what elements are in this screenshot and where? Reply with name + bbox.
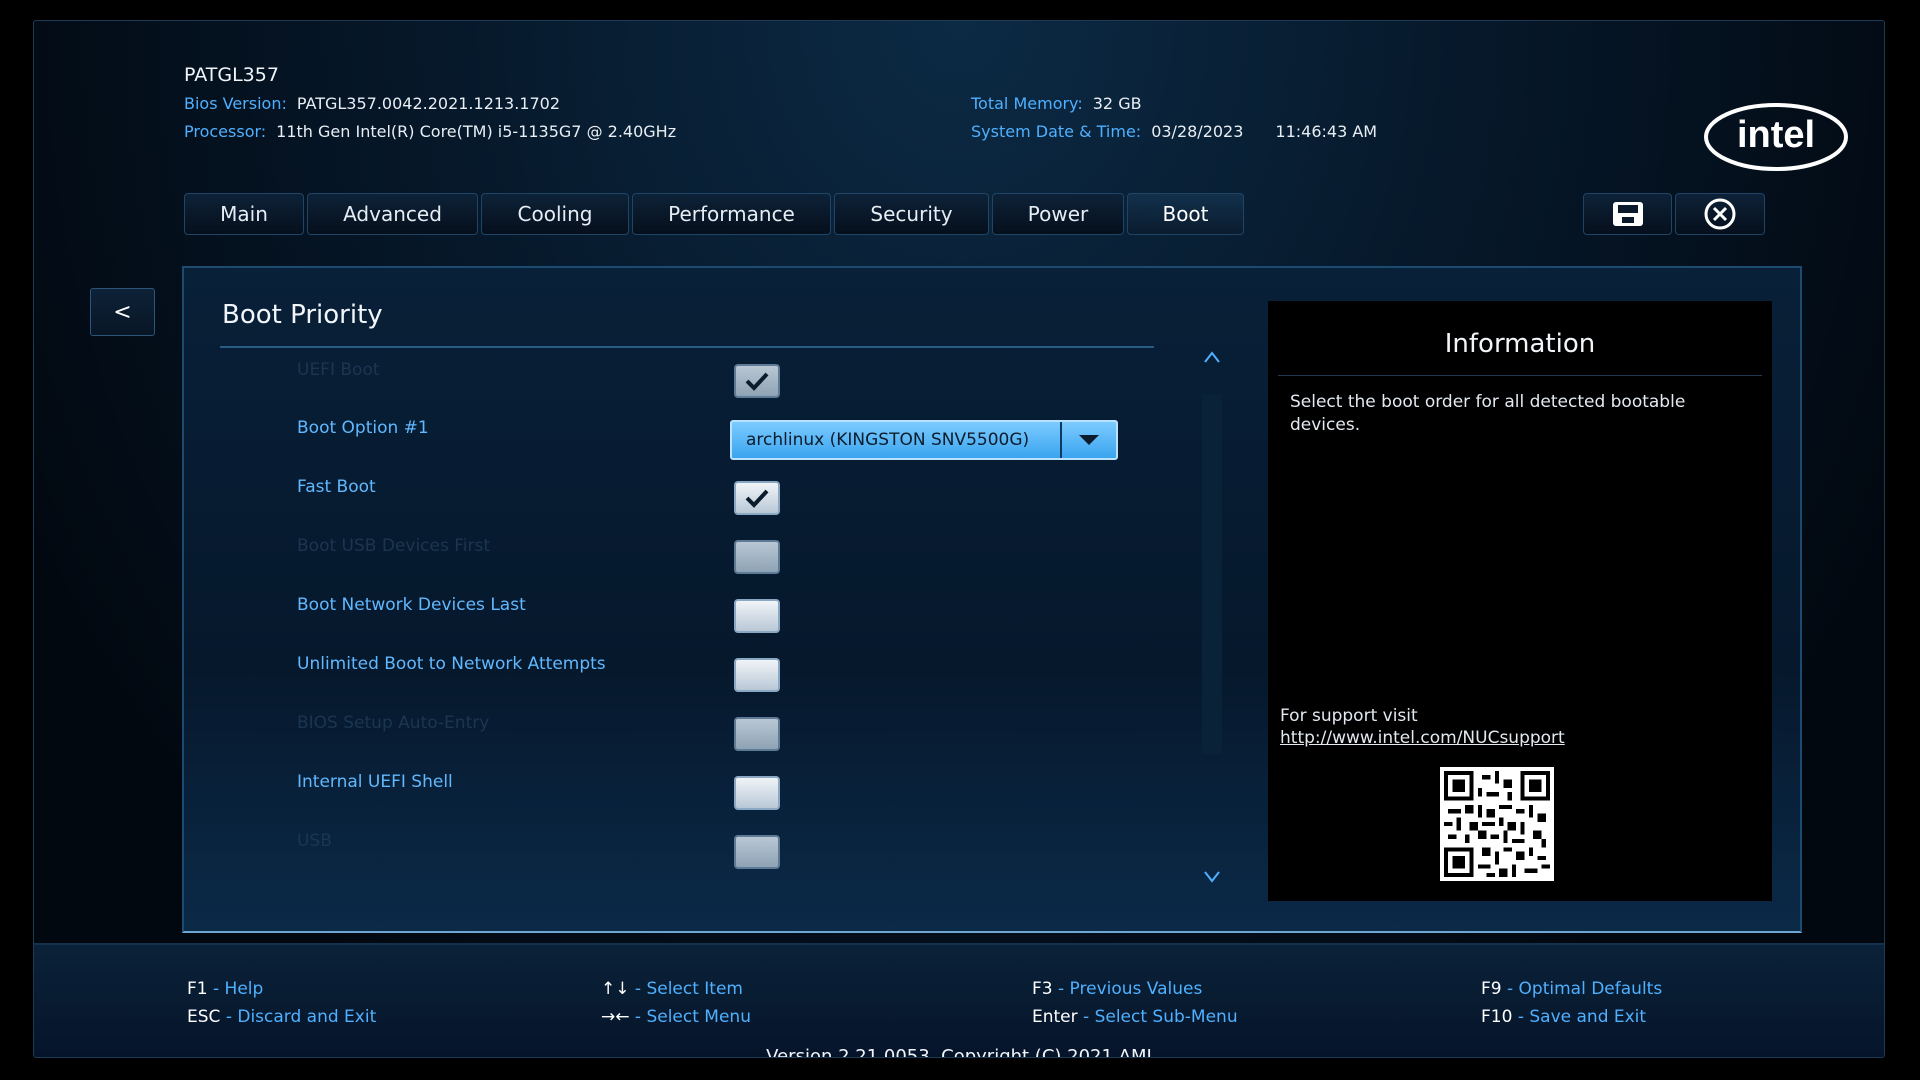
memory-value: 32 GB <box>1092 94 1142 113</box>
bios-version-row: Bios Version: PATGL357.0042.2021.1213.170… <box>184 94 560 113</box>
usb-label: USB <box>297 831 332 851</box>
boot-option-1-value: archlinux (KINGSTON SNV5500G) <box>746 430 1030 450</box>
datetime-row: System Date & Time: 03/28/2023 11:46:43 AM <box>971 122 1377 141</box>
hint-esc-desc: - Discard and Exit <box>225 1007 377 1027</box>
hint-f1: F1 - Help <box>187 979 263 999</box>
hint-enter-desc: - Select Sub-Menu <box>1083 1007 1238 1027</box>
chevron-down-icon <box>1079 435 1099 445</box>
boot-option-1-label: Boot Option #1 <box>297 418 429 438</box>
time-value[interactable]: 11:46:43 AM <box>1275 122 1377 141</box>
processor-label: Processor: <box>184 122 267 141</box>
tab-boot[interactable]: Boot <box>1127 193 1244 235</box>
version-text: Version 2.21.0053. Copyright (C) 2021 AM… <box>766 1046 1152 1058</box>
network-last-checkbox[interactable] <box>734 599 780 633</box>
uefi-boot-label: UEFI Boot <box>297 360 380 380</box>
intel-logo-text: intel <box>1737 114 1815 156</box>
scroll-down-button[interactable] <box>1200 868 1224 888</box>
tab-performance[interactable]: Performance <box>632 193 831 235</box>
key-left-right: →← <box>601 1007 630 1027</box>
hint-f9: F9 - Optimal Defaults <box>1481 979 1662 999</box>
chevron-down-icon <box>1204 871 1220 883</box>
bios-auto-entry-label: BIOS Setup Auto-Entry <box>297 713 490 733</box>
key-f9: F9 <box>1481 979 1502 999</box>
bios-version-label: Bios Version: <box>184 94 287 113</box>
unlimited-network-label: Unlimited Boot to Network Attempts <box>297 654 606 674</box>
processor-value: 11th Gen Intel(R) Core(TM) i5-1135G7 @ 2… <box>276 122 677 141</box>
unlimited-network-checkbox[interactable] <box>734 658 780 692</box>
key-esc: ESC <box>187 1007 221 1027</box>
back-button[interactable]: < <box>90 288 155 336</box>
hint-enter: Enter - Select Sub-Menu <box>1032 1007 1238 1027</box>
save-button[interactable] <box>1583 193 1672 235</box>
tab-power[interactable]: Power <box>992 193 1124 235</box>
chevron-up-icon <box>1204 351 1220 363</box>
tab-main[interactable]: Main <box>184 193 304 235</box>
bios-version-value: PATGL357.0042.2021.1213.1702 <box>296 94 561 113</box>
information-divider <box>1278 375 1762 376</box>
bios-auto-entry-checkbox <box>734 717 780 751</box>
fast-boot-label: Fast Boot <box>297 477 376 497</box>
memory-label: Total Memory: <box>971 94 1083 113</box>
support-link[interactable]: http://www.intel.com/NUCsupport <box>1280 728 1565 748</box>
usb-checkbox <box>734 835 780 869</box>
exit-button[interactable] <box>1675 193 1765 235</box>
scrollbar-track[interactable] <box>1202 394 1222 754</box>
bios-window: PATGL357 Bios Version: PATGL357.0042.2021… <box>33 20 1885 1058</box>
hint-f10: F10 - Save and Exit <box>1481 1007 1646 1027</box>
hint-esc: ESC - Discard and Exit <box>187 1007 376 1027</box>
network-last-label: Boot Network Devices Last <box>297 595 526 615</box>
information-panel: Information Select the boot order for al… <box>1268 301 1772 901</box>
checkmark-icon <box>745 489 769 508</box>
save-icon <box>1612 202 1643 226</box>
key-f10: F10 <box>1481 1007 1513 1027</box>
key-arrows: ↑↓ <box>601 979 630 999</box>
support-text: For support visit <box>1280 706 1418 726</box>
hint-f3-desc: - Previous Values <box>1058 979 1203 999</box>
qr-code-image <box>1444 771 1550 877</box>
section-divider <box>220 346 1154 348</box>
footer-bar: F1 - Help ESC - Discard and Exit ↑↓ - Se… <box>34 943 1884 1058</box>
dropdown-button[interactable] <box>1060 422 1116 458</box>
usb-first-label: Boot USB Devices First <box>297 536 491 556</box>
checkmark-icon <box>745 372 769 391</box>
uefi-shell-label: Internal UEFI Shell <box>297 772 453 792</box>
information-title: Information <box>1444 329 1596 359</box>
key-f1: F1 <box>187 979 208 999</box>
hint-f3: F3 - Previous Values <box>1032 979 1202 999</box>
processor-row: Processor: 11th Gen Intel(R) Core(TM) i5-… <box>184 122 676 141</box>
key-enter: Enter <box>1032 1007 1078 1027</box>
scroll-up-button[interactable] <box>1200 348 1224 368</box>
boot-option-1-select[interactable]: archlinux (KINGSTON SNV5500G) <box>730 420 1118 460</box>
qr-code <box>1440 767 1554 881</box>
section-title: Boot Priority <box>222 300 383 330</box>
hint-f1-desc: - Help <box>213 979 264 999</box>
tab-cooling[interactable]: Cooling <box>481 193 629 235</box>
fast-boot-checkbox[interactable] <box>734 481 780 515</box>
close-circle-icon <box>1704 198 1736 230</box>
hint-left-right: →← - Select Menu <box>601 1007 751 1027</box>
hint-f9-desc: - Optimal Defaults <box>1507 979 1663 999</box>
information-text: Select the boot order for all detected b… <box>1290 392 1686 435</box>
tab-advanced[interactable]: Advanced <box>307 193 478 235</box>
hint-f10-desc: - Save and Exit <box>1517 1007 1647 1027</box>
tab-security[interactable]: Security <box>834 193 989 235</box>
hint-arrows-desc: - Select Item <box>634 979 743 999</box>
hint-arrows: ↑↓ - Select Item <box>601 979 743 999</box>
boot-priority-panel: Boot Priority UEFI Boot Boot Option #1 a… <box>182 266 1802 933</box>
datetime-label: System Date & Time: <box>971 122 1142 141</box>
hint-left-right-desc: - Select Menu <box>634 1007 751 1027</box>
memory-row: Total Memory: 32 GB <box>971 94 1142 113</box>
usb-first-checkbox <box>734 540 780 574</box>
uefi-boot-checkbox <box>734 364 780 398</box>
system-model: PATGL357 <box>184 64 279 86</box>
uefi-shell-checkbox[interactable] <box>734 776 780 810</box>
intel-logo: intel <box>1704 103 1848 171</box>
date-value[interactable]: 03/28/2023 <box>1151 122 1243 141</box>
key-f3: F3 <box>1032 979 1053 999</box>
